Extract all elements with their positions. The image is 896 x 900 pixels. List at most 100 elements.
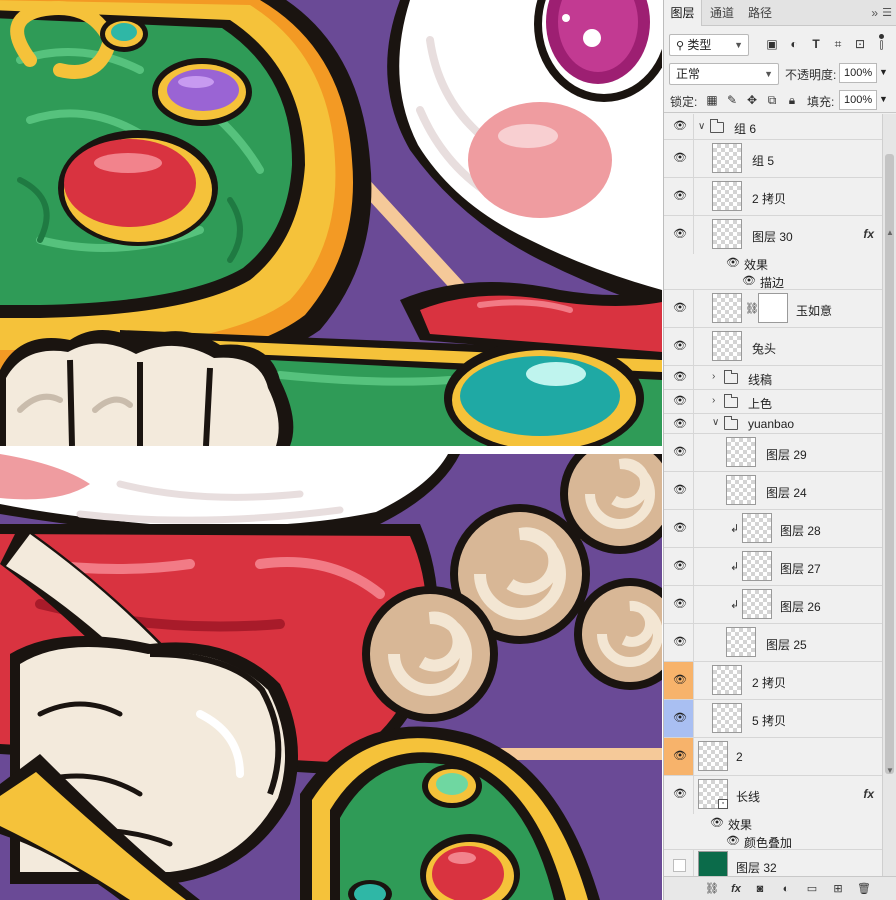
delete-layer-icon[interactable]: 🗑︎ — [856, 882, 872, 896]
canvas-area[interactable] — [0, 0, 662, 900]
visibility-eye-icon[interactable]: 👁︎ — [673, 560, 687, 573]
visibility-eye-icon[interactable]: 👁︎ — [673, 340, 687, 353]
chevron-down-icon[interactable]: ∨ — [698, 121, 705, 132]
new-group-icon[interactable]: ▭ — [804, 882, 820, 896]
chevron-down-icon: ▼ — [734, 40, 743, 50]
visibility-eye-icon[interactable]: 👁︎ — [673, 152, 687, 165]
blend-mode-select[interactable]: 正常 ▼ — [669, 63, 779, 85]
layer-row-layer-30[interactable]: 👁︎ 图层 30 fx — [664, 216, 882, 254]
chevron-down-icon[interactable]: ∨ — [712, 417, 719, 428]
visibility-eye-icon[interactable]: 👁︎ — [726, 835, 740, 848]
filter-shape-icon[interactable]: ⌗ — [830, 36, 846, 52]
layer-row-group-5[interactable]: 👁︎ 组 5 — [664, 140, 882, 178]
scroll-up-icon[interactable]: ▲ — [886, 228, 894, 237]
visibility-eye-icon[interactable]: 👁︎ — [673, 788, 687, 801]
layer-row-layer-24[interactable]: 👁︎ 图层 24 — [664, 472, 882, 510]
layer-row-2[interactable]: 👁︎ 2 — [664, 738, 882, 776]
layer-row-group-lineart[interactable]: 👁︎ › 线稿 — [664, 366, 882, 390]
layer-row-layer-26[interactable]: 👁︎ ↲ 图层 26 — [664, 586, 882, 624]
visibility-eye-icon[interactable]: 👁︎ — [673, 598, 687, 611]
layer-thumbnail — [698, 851, 728, 876]
lock-brush-icon[interactable]: ✎ — [724, 92, 740, 108]
effect-name: 描边 — [760, 276, 785, 290]
layer-row-yuruyi[interactable]: 👁︎ ⛓︎ 玉如意 — [664, 290, 882, 328]
add-mask-icon[interactable]: ◙ — [752, 882, 768, 896]
visibility-eye-icon[interactable]: 👁︎ — [673, 120, 687, 133]
lock-artboard-icon[interactable]: ⧉ — [764, 92, 780, 108]
visibility-eye-icon[interactable]: 👁︎ — [673, 228, 687, 241]
filter-type-icon[interactable]: T — [808, 36, 824, 52]
chevron-right-icon[interactable]: › — [712, 395, 715, 406]
visibility-eye-icon[interactable]: 👁︎ — [710, 817, 724, 830]
effect-row-stroke[interactable]: 👁︎ 描边 — [664, 272, 882, 290]
visibility-eye-icon[interactable]: 👁︎ — [673, 371, 687, 384]
visibility-eye-icon[interactable]: 👁︎ — [673, 484, 687, 497]
scroll-down-icon[interactable]: ▼ — [886, 766, 894, 775]
visibility-eye-icon[interactable]: 👁︎ — [673, 446, 687, 459]
new-adjustment-icon[interactable]: ◐ — [778, 882, 794, 896]
layer-mask-thumbnail[interactable] — [758, 293, 788, 323]
effects-header-row[interactable]: 👁︎ 效果 — [664, 814, 882, 832]
layer-row-long-line[interactable]: 👁︎ ▫ 长线 fx — [664, 776, 882, 814]
fill-input[interactable]: 100% — [839, 90, 877, 110]
chevron-down-icon: ▼ — [764, 69, 773, 79]
link-layers-icon[interactable]: ⛓︎ — [704, 882, 720, 896]
layer-row-group-yuanbao[interactable]: 👁︎ ∨ yuanbao — [664, 414, 882, 434]
lock-move-icon[interactable]: ✥ — [744, 92, 760, 108]
visibility-eye-icon[interactable]: 👁︎ — [742, 275, 756, 288]
visibility-off-box[interactable] — [673, 859, 686, 872]
visibility-eye-icon[interactable]: 👁︎ — [673, 522, 687, 535]
tab-paths[interactable]: 路径 — [742, 0, 778, 26]
layers-scrollbar[interactable]: ▲ ▼ — [882, 114, 896, 876]
filter-kind-select[interactable]: ⚲ 类型 ▼ — [669, 34, 749, 56]
layer-row-5-copy[interactable]: 👁︎ 5 拷贝 — [664, 700, 882, 738]
layer-row-2-copy-b[interactable]: 👁︎ 2 拷贝 — [664, 662, 882, 700]
filter-adjustment-icon[interactable]: ◐ — [786, 36, 802, 52]
smart-object-icon: ▫ — [718, 799, 728, 809]
layer-row-layer-32[interactable]: 图层 32 — [664, 850, 882, 876]
layer-thumbnail — [698, 741, 728, 771]
layer-name: 长线 — [736, 790, 761, 804]
layer-name: 玉如意 — [796, 304, 833, 318]
fx-icon[interactable]: fx — [863, 227, 874, 241]
layer-row-layer-28[interactable]: 👁︎ ↲ 图层 28 — [664, 510, 882, 548]
visibility-eye-icon[interactable]: 👁︎ — [673, 302, 687, 315]
filter-toggle-switch[interactable] — [876, 34, 886, 52]
layer-row-rabbit-head[interactable]: 👁︎ 兔头 — [664, 328, 882, 366]
opacity-chevron-icon[interactable]: ▼ — [879, 67, 888, 77]
visibility-eye-icon[interactable]: 👁︎ — [673, 636, 687, 649]
visibility-eye-icon[interactable]: 👁︎ — [673, 418, 687, 431]
visibility-eye-icon[interactable]: 👁︎ — [673, 674, 687, 687]
tab-layers[interactable]: 图层 — [664, 0, 702, 26]
layer-row-2-copy[interactable]: 👁︎ 2 拷贝 — [664, 178, 882, 216]
layer-row-group-color[interactable]: 👁︎ › 上色 — [664, 390, 882, 414]
visibility-eye-icon[interactable]: 👁︎ — [673, 712, 687, 725]
visibility-eye-icon[interactable]: 👁︎ — [726, 257, 740, 270]
filter-pixel-icon[interactable]: ▣ — [764, 36, 780, 52]
scrollbar-thumb[interactable] — [885, 154, 894, 774]
fill-chevron-icon[interactable]: ▼ — [879, 94, 888, 104]
visibility-eye-icon[interactable]: 👁︎ — [673, 395, 687, 408]
layer-row-layer-25[interactable]: 👁︎ 图层 25 — [664, 624, 882, 662]
layer-row-layer-29[interactable]: 👁︎ 图层 29 — [664, 434, 882, 472]
layer-row-group-6[interactable]: 👁︎ ∨ 组 6 — [664, 114, 882, 140]
filter-smartobject-icon[interactable]: ⊡ — [852, 36, 868, 52]
link-chain-icon[interactable]: ⛓︎ — [745, 302, 759, 315]
effects-header-row[interactable]: 👁︎ 效果 — [664, 254, 882, 272]
folder-icon — [724, 394, 738, 408]
lock-all-icon[interactable]: 🔒︎ — [784, 92, 800, 108]
visibility-eye-icon[interactable]: 👁︎ — [673, 190, 687, 203]
layer-name: 图层 27 — [780, 562, 821, 576]
visibility-eye-icon[interactable]: 👁︎ — [673, 750, 687, 763]
tab-channels[interactable]: 通道 — [704, 0, 740, 26]
fx-icon[interactable]: fx — [863, 787, 874, 801]
add-style-icon[interactable]: fx — [728, 882, 744, 896]
new-layer-icon[interactable]: ⊞ — [830, 882, 846, 896]
panel-collapse-icon[interactable]: » — [871, 6, 878, 20]
layer-row-layer-27[interactable]: 👁︎ ↲ 图层 27 — [664, 548, 882, 586]
chevron-right-icon[interactable]: › — [712, 371, 715, 382]
lock-transparent-icon[interactable]: ▦ — [704, 92, 720, 108]
effect-row-color-overlay[interactable]: 👁︎ 颜色叠加 — [664, 832, 882, 850]
opacity-input[interactable]: 100% — [839, 63, 877, 83]
panel-menu-icon[interactable]: ☰ — [882, 6, 892, 19]
